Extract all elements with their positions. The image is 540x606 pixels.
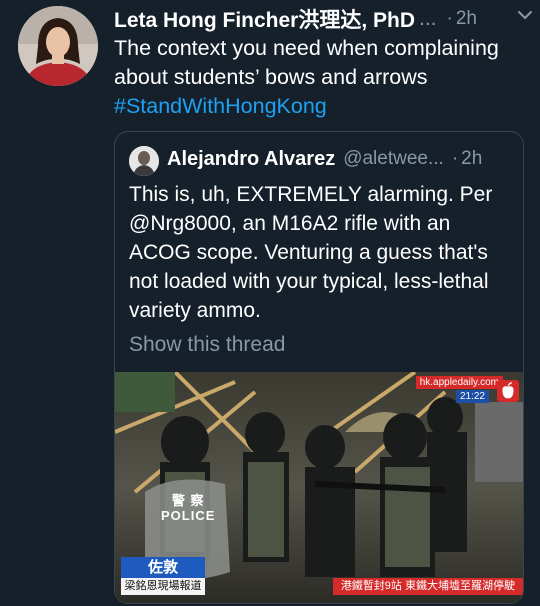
hashtag-link[interactable]: #StandWithHongKong — [114, 92, 534, 121]
quoted-author-name[interactable]: Alejandro Alvarez — [167, 148, 335, 171]
tweet-text: The context you need when complaining ab… — [114, 34, 534, 121]
name-ellipsis: ... — [419, 7, 437, 30]
clock-badge: 21:22 — [455, 390, 489, 403]
show-thread-link[interactable]: Show this thread — [129, 331, 285, 359]
tweet-header: Leta Hong Fincher洪理达, PhD ... · 2h — [114, 4, 528, 34]
shield-text-top: 警 察 — [171, 493, 205, 508]
quoted-tweet-card[interactable]: Alejandro Alvarez @aletwee... · 2h This … — [114, 131, 524, 604]
quoted-avatar[interactable] — [129, 146, 159, 176]
avatar[interactable] — [18, 6, 98, 86]
chevron-down-icon[interactable] — [516, 6, 534, 24]
quoted-handle[interactable]: @aletwee... — [343, 148, 444, 170]
reporter-subtitle: 梁銘恩現場報道 — [121, 578, 205, 595]
shield-text-bottom: POLICE — [161, 508, 216, 523]
separator-dot: · — [446, 8, 453, 29]
separator-dot: · — [451, 148, 459, 169]
news-ticker: 港鐵暫封9站 東鐵大埔墟至羅湖停駛 — [332, 578, 523, 595]
quoted-text: This is, uh, EXTREMELY alarming. Per @Nr… — [129, 183, 493, 322]
tweet-timestamp[interactable]: 2h — [456, 8, 477, 30]
quoted-timestamp[interactable]: 2h — [461, 148, 482, 170]
quoted-header: Alejandro Alvarez @aletwee... · 2h — [167, 144, 509, 174]
apple-daily-logo-icon — [497, 380, 519, 402]
reporter-location: 佐敦 — [121, 557, 205, 578]
author-name[interactable]: Leta Hong Fincher洪理达, PhD — [114, 4, 415, 34]
tweet-body: The context you need when complaining ab… — [114, 36, 499, 89]
shield-label: 警 察 POLICE — [161, 493, 215, 523]
media-image[interactable]: hk.appledaily.com 21:22 警 察 POLICE 佐敦 梁銘… — [115, 372, 523, 603]
watermark: hk.appledaily.com — [415, 376, 503, 389]
